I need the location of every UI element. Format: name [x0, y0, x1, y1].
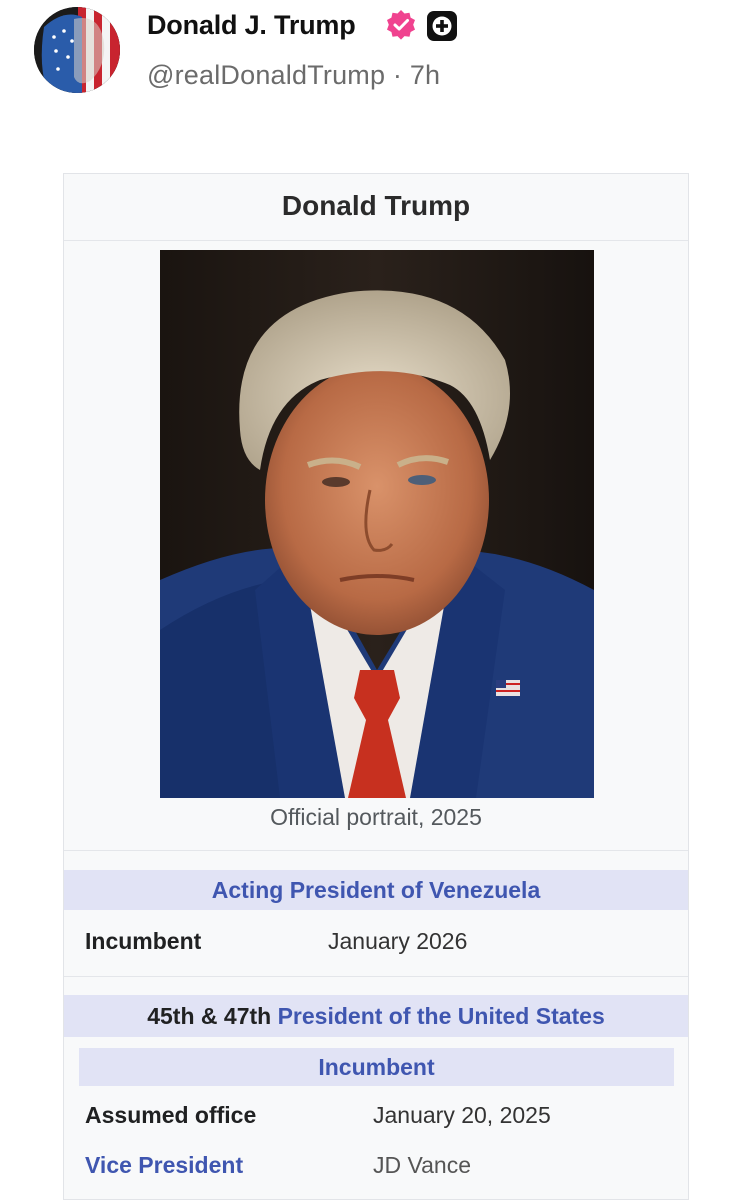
plus-badge-icon[interactable]: [427, 11, 457, 41]
office-link-venezuela[interactable]: Acting President of Venezuela: [212, 877, 540, 903]
avatar-flag-face-image: [34, 7, 120, 93]
row-value-incumbent-date: January 2026: [328, 928, 468, 954]
infobox-card: Donald Trump Official portrait, 2025 Act…: [63, 173, 689, 1200]
row-label-vice-president-link[interactable]: Vice President: [85, 1152, 243, 1179]
office-ordinal: 45th & 47th: [147, 1003, 272, 1029]
post-timestamp[interactable]: 7h: [410, 60, 440, 90]
post-meta: @realDonaldTrump · 7h: [147, 60, 440, 91]
row-label-assumed-office: Assumed office: [85, 1102, 257, 1128]
portrait-caption: Official portrait, 2025: [270, 804, 482, 830]
meta-separator: ·: [392, 60, 403, 90]
infobox-title: Donald Trump: [64, 174, 688, 241]
official-portrait-image[interactable]: [160, 250, 594, 798]
office-status-incumbent[interactable]: Incumbent: [318, 1054, 434, 1080]
divider: [64, 850, 688, 851]
office-link-us-president[interactable]: President of the United States: [278, 1003, 605, 1029]
row-value-vice-president: JD Vance: [373, 1152, 472, 1178]
office-status-band: Incumbent: [79, 1048, 674, 1086]
author-name[interactable]: Donald J. Trump: [147, 10, 356, 41]
office-heading-band: Acting President of Venezuela: [64, 870, 688, 910]
avatar[interactable]: [34, 7, 120, 93]
author-handle[interactable]: @realDonaldTrump: [147, 60, 385, 90]
row-value-assumed-office-date: January 20, 2025: [373, 1102, 551, 1128]
divider: [64, 976, 688, 977]
row-label-incumbent: Incumbent: [85, 928, 202, 954]
office-heading-band: 45th & 47th President of the United Stat…: [64, 995, 688, 1037]
verified-badge-icon[interactable]: [385, 9, 417, 41]
